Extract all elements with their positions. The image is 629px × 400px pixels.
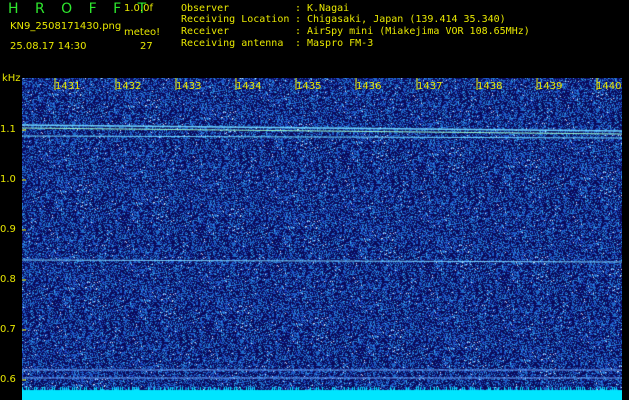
observer-sep: : [295, 3, 302, 14]
count-value: 27 [140, 41, 153, 52]
x-tick-label: 1433 [176, 81, 202, 92]
receiver-value: AirSpy mini (Miakejima VOR 108.65MHz) [307, 26, 530, 37]
meteo-label: meteo! [124, 27, 161, 38]
observer-value: K.Nagai [307, 3, 350, 14]
y-tick-label: 0.9 [0, 224, 16, 235]
location-value: Chigasaki, Japan (139.414 35.340) [307, 14, 506, 25]
antenna-sep: : [295, 38, 302, 49]
x-tick-label: 1434 [236, 81, 262, 92]
file-name: KN9_2508171430.png [10, 21, 122, 32]
x-tick-label: 1437 [417, 81, 443, 92]
y-tick-label: 1.0 [0, 174, 16, 185]
y-axis-unit: kHz [2, 73, 21, 84]
y-tick-label: 0.8 [0, 274, 16, 285]
receiver-label: Receiver [181, 26, 230, 37]
y-tick-label: 0.7 [0, 324, 16, 335]
location-label: Receiving Location [181, 14, 290, 25]
antenna-label: Receiving antenna [181, 38, 284, 49]
observer-label: Observer [181, 3, 230, 14]
y-tick-label: 0.6 [0, 374, 16, 385]
x-tick-label: 1432 [116, 81, 142, 92]
x-tick-label: 1439 [537, 81, 563, 92]
app-version: 1.0.0f [124, 3, 153, 14]
y-tick-label: 1.1 [0, 124, 16, 135]
antenna-value: Maspro FM-3 [307, 38, 374, 49]
x-tick-label: 1436 [356, 81, 382, 92]
header-panel: H R O F F T 1.0.0f KN9_2508171430.png me… [0, 0, 629, 76]
tick-overlay [22, 78, 598, 381]
location-sep: : [295, 14, 302, 25]
x-tick-label: 1438 [477, 81, 503, 92]
x-tick-label: 1431 [55, 81, 81, 92]
datetime: 25.08.17 14:30 [10, 41, 87, 52]
x-tick-label: 1440 [596, 81, 622, 92]
receiver-sep: : [295, 26, 302, 37]
x-tick-label: 1435 [296, 81, 322, 92]
